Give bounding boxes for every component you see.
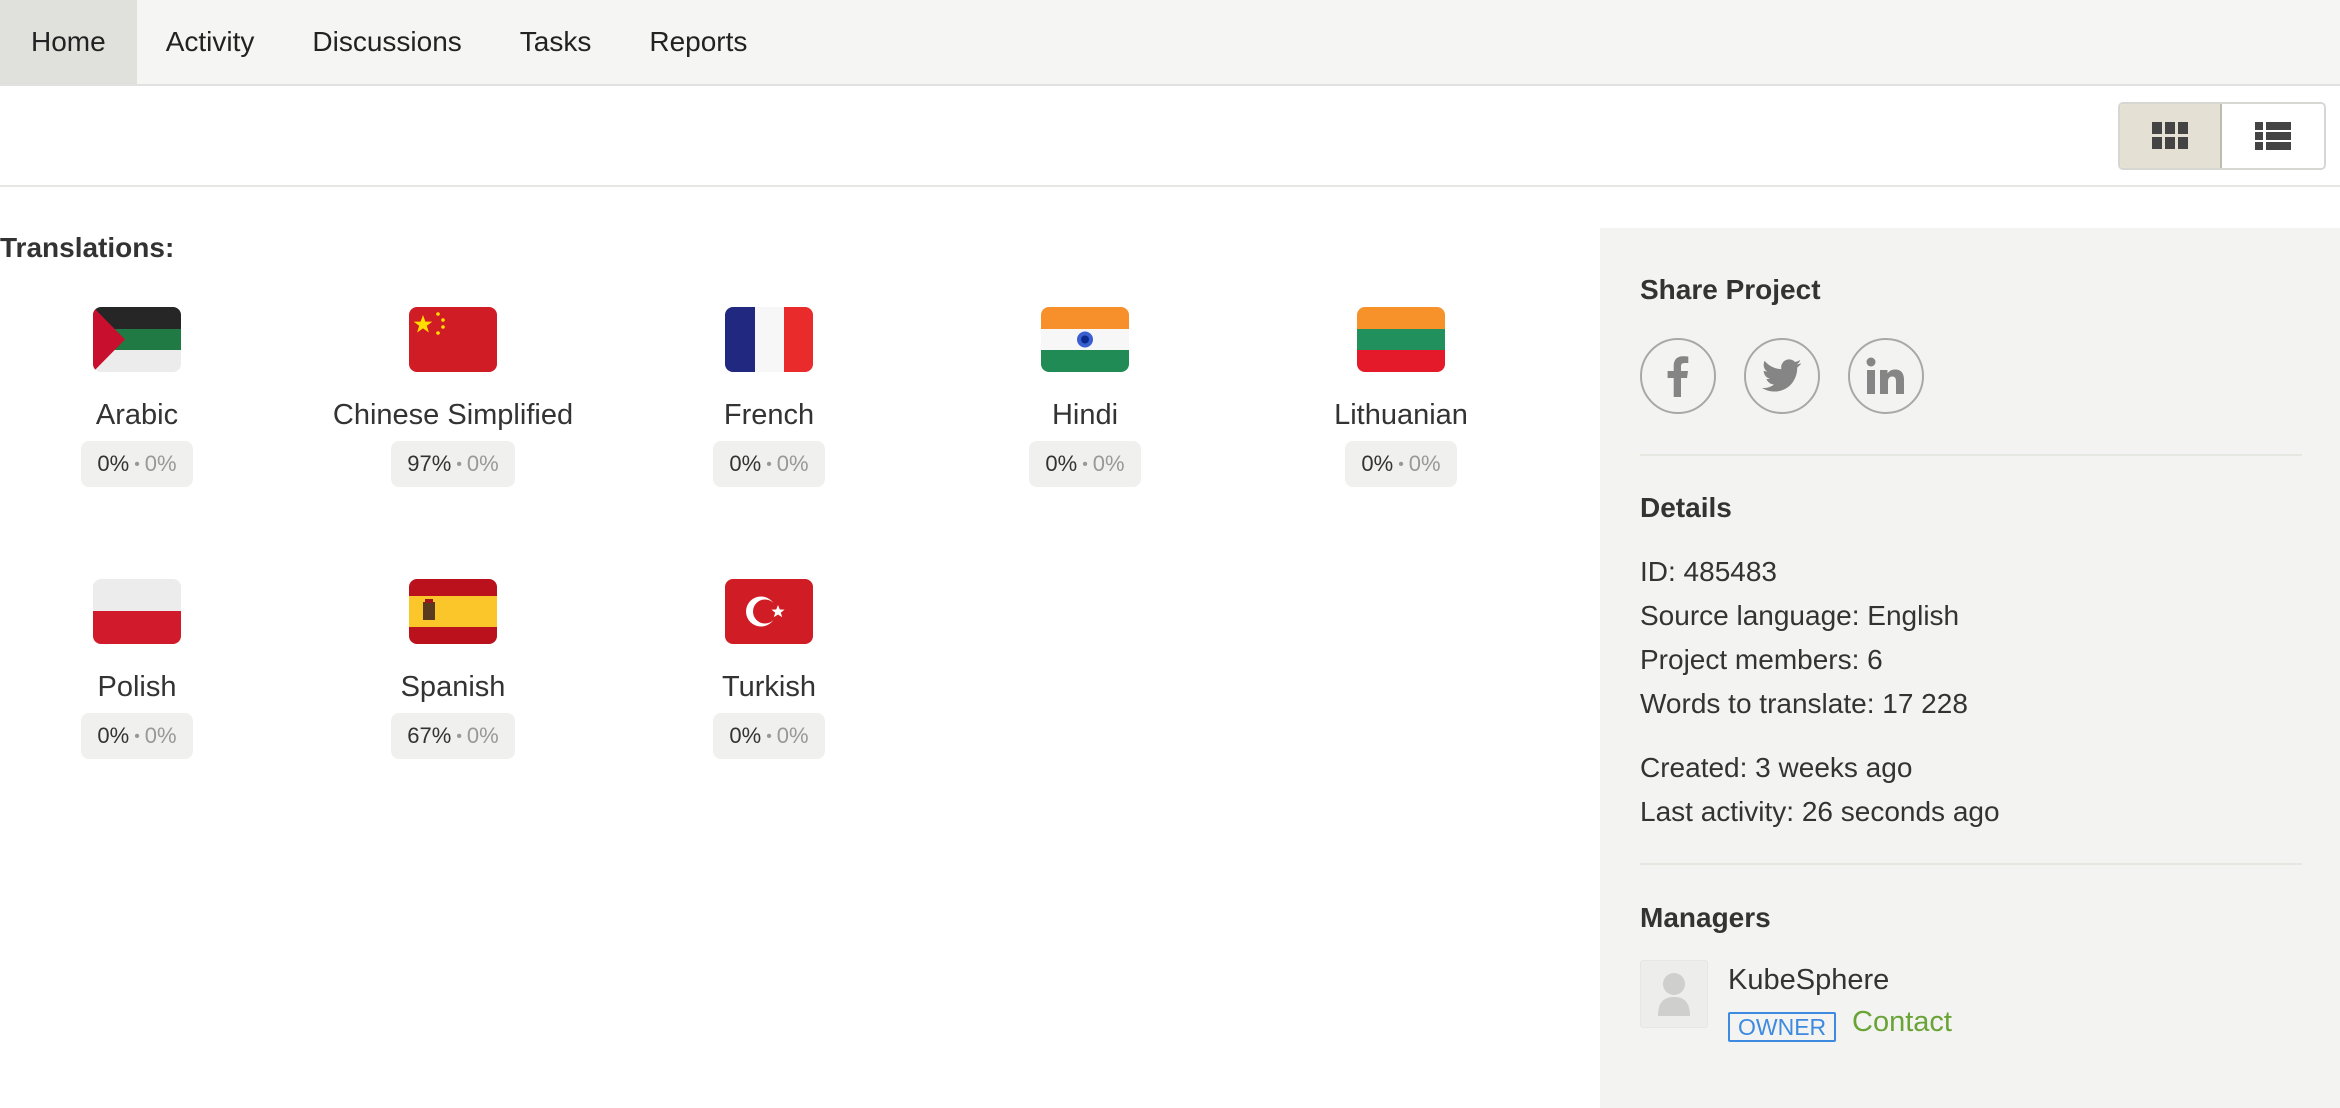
progress-badge: 0% • 0% [713,441,825,487]
project-id: ID: 485483 [1640,556,1777,587]
share-twitter-button[interactable] [1744,338,1820,414]
progress-badge: 97% • 0% [391,441,515,487]
translated-percent: 0% [1361,451,1394,476]
language-name: Hindi [1051,399,1119,431]
translated-percent: 0% [97,451,130,476]
translations-heading: Translations: [0,232,175,263]
approved-percent: 0% [776,723,809,748]
language-card-polish[interactable]: Polish 0% • 0% [0,579,287,759]
india-flag-icon [1041,307,1129,372]
list-view-icon [2255,122,2291,150]
approved-percent: 0% [144,723,177,748]
language-name: Chinese Simplified [332,399,574,431]
created-date: Created: 3 weeks ago [1640,752,1913,783]
language-card-lithuanian[interactable]: Lithuanian 0% • 0% [1251,307,1551,487]
separator-dot: • [766,456,772,473]
translated-percent: 67% [407,723,452,748]
grid-view-button[interactable] [2120,104,2222,168]
progress-badge: 0% • 0% [713,713,825,759]
progress-badge: 67% • 0% [391,713,515,759]
translated-percent: 0% [729,451,762,476]
translated-percent: 0% [729,723,762,748]
poland-flag-icon [93,579,181,644]
words-to-translate: Words to translate: 17 228 [1640,688,1968,719]
language-name: Spanish [400,671,506,703]
tab-reports[interactable]: Reports [620,0,776,84]
language-card-arabic[interactable]: Arabic 0% • 0% [0,307,287,487]
separator-dot: • [1082,456,1088,473]
contact-manager-link[interactable]: Contact [1852,1006,1952,1039]
translated-percent: 0% [97,723,130,748]
approved-percent: 0% [144,451,177,476]
translated-percent: 97% [407,451,452,476]
tab-discussions[interactable]: Discussions [283,0,490,84]
language-card-french[interactable]: French 0% • 0% [619,307,919,487]
language-card-spanish[interactable]: Spanish 67% • 0% [303,579,603,759]
share-buttons [1640,338,1924,414]
turkey-flag-icon [725,579,813,644]
tab-tasks[interactable]: Tasks [491,0,621,84]
france-flag-icon [725,307,813,372]
share-facebook-button[interactable] [1640,338,1716,414]
project-sidebar: Share Project Details ID: 485483 Source … [1600,228,2340,1108]
linkedin-icon [1866,357,1904,394]
separator-dot: • [134,728,140,745]
facebook-icon [1667,356,1689,397]
list-view-button[interactable] [2222,104,2324,168]
owner-role-badge: OWNER [1728,1012,1837,1042]
progress-badge: 0% • 0% [1029,441,1141,487]
language-name: Polish [97,671,177,703]
spain-flag-icon [409,579,497,644]
sidebar-divider [1640,454,2302,456]
tab-activity[interactable]: Activity [137,0,284,84]
separator-dot: • [766,728,772,745]
view-toggle [2118,102,2326,170]
lithuania-flag-icon [1357,307,1445,372]
approved-percent: 0% [776,451,809,476]
approved-percent: 0% [466,451,499,476]
language-card-hindi[interactable]: Hindi 0% • 0% [935,307,1235,487]
project-members: Project members: 6 [1640,644,1883,675]
language-name: Turkish [722,671,816,703]
language-name: Arabic [95,399,179,431]
china-flag-icon [409,307,497,372]
source-language: Source language: English [1640,600,1960,631]
details-heading: Details [1640,492,1732,523]
approved-percent: 0% [1408,451,1441,476]
manager-avatar[interactable] [1640,960,1708,1028]
language-name: French [723,399,815,431]
separator-dot: • [1398,456,1404,473]
sidebar-divider [1640,863,2302,865]
progress-badge: 0% • 0% [1345,441,1457,487]
language-name: Lithuanian [1334,399,1468,431]
progress-badge: 0% • 0% [81,441,193,487]
user-placeholder-icon [1658,973,1690,1016]
language-card-turkish[interactable]: Turkish 0% • 0% [619,579,919,759]
share-linkedin-button[interactable] [1848,338,1924,414]
header-divider [0,185,2340,187]
approved-percent: 0% [1092,451,1125,476]
approved-percent: 0% [466,723,499,748]
progress-badge: 0% • 0% [81,713,193,759]
share-project-heading: Share Project [1640,274,1821,305]
grid-view-icon [2152,122,2188,149]
arabic-flag-icon [93,307,181,372]
top-nav: Home Activity Discussions Tasks Reports [0,0,2340,86]
manager-name[interactable]: KubeSphere [1728,964,1889,997]
language-card-chinese-simplified[interactable]: Chinese Simplified 97% • 0% [303,307,603,487]
separator-dot: • [134,456,140,473]
last-activity: Last activity: 26 seconds ago [1640,796,2000,827]
separator-dot: • [456,728,462,745]
managers-heading: Managers [1640,902,1771,933]
tab-home[interactable]: Home [0,0,137,84]
twitter-icon [1762,359,1802,392]
translated-percent: 0% [1045,451,1078,476]
separator-dot: • [456,456,462,473]
